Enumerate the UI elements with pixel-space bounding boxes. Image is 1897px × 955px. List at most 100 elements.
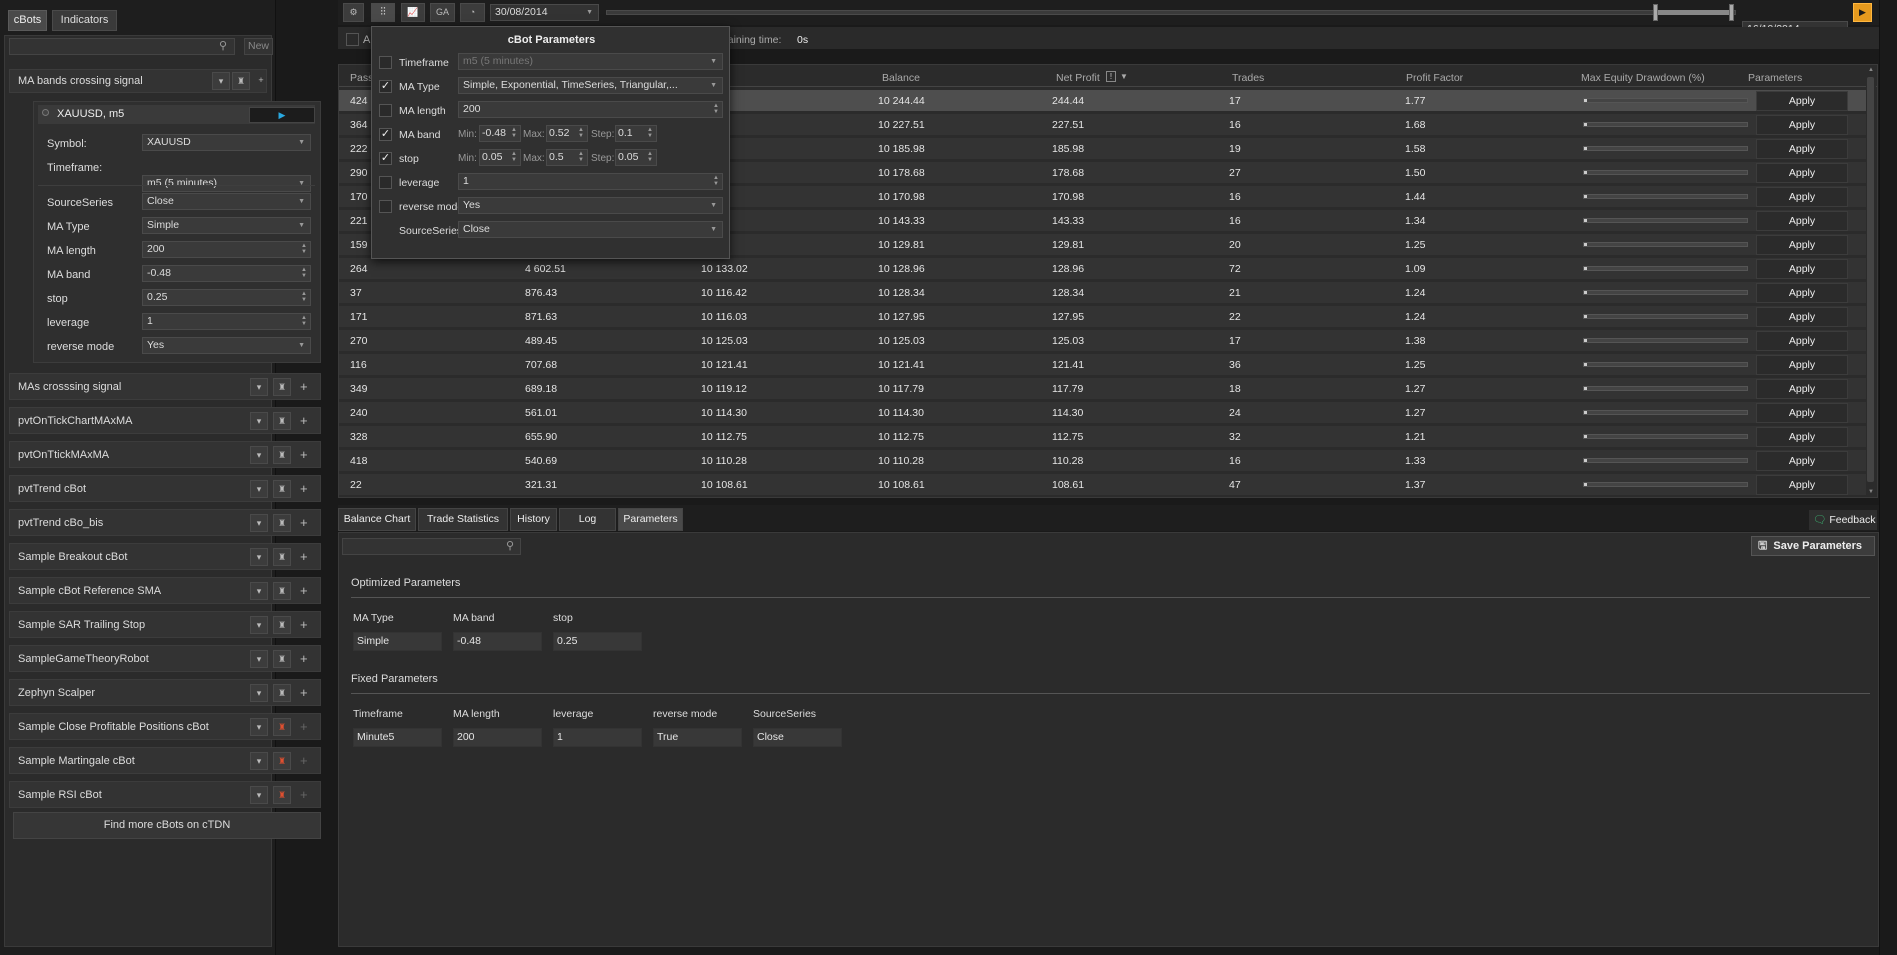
- spinner-icon[interactable]: ▲ ▼: [301, 315, 307, 327]
- new-button[interactable]: New: [244, 38, 273, 55]
- instance-param-select[interactable]: Simple ▼: [142, 217, 311, 234]
- chevron-down-icon[interactable]: ▾: [250, 718, 268, 736]
- cbot-settings-icon[interactable]: ♜: [273, 412, 291, 430]
- cbot-item[interactable]: pvtTrend cBo_bis ▾ ♜ +: [9, 509, 321, 536]
- start-date-select[interactable]: 30/08/2014 ▼: [490, 4, 599, 21]
- cbot-item[interactable]: MAs crosssing signal ▾ ♜ +: [9, 373, 321, 400]
- chevron-down-icon[interactable]: ▾: [250, 786, 268, 804]
- table-row[interactable]: 349 689.18 10 119.12 10 117.79 117.79 18 1.27 A…: [339, 378, 1867, 400]
- table-row[interactable]: 37 876.43 10 116.42 10 128.34 128.34 21 1.24 Ap…: [339, 282, 1867, 304]
- find-more-button[interactable]: Find more cBots on cTDN: [13, 812, 321, 839]
- range-step-input[interactable]: 0.1 ▲ ▼: [615, 125, 657, 142]
- tab-indicators[interactable]: Indicators: [52, 10, 117, 31]
- cbot-item[interactable]: Sample Breakout cBot ▾ ♜ +: [9, 543, 321, 570]
- chart-icon[interactable]: 📈: [401, 3, 425, 22]
- col-net-profit[interactable]: Net Profit: [1056, 72, 1100, 84]
- cbot-settings-icon[interactable]: ♜: [273, 378, 291, 396]
- instance-param-select[interactable]: Close ▼: [142, 193, 311, 210]
- popup-param-select[interactable]: Simple, Exponential, TimeSeries, Triangu…: [458, 77, 723, 94]
- tab-parameters[interactable]: Parameters: [618, 508, 683, 531]
- apply-button[interactable]: Apply: [1756, 187, 1848, 207]
- apply-button[interactable]: Apply: [1756, 91, 1848, 111]
- cbot-settings-icon[interactable]: ♜: [273, 582, 291, 600]
- cbot-item[interactable]: pvtOnTtickMAxMA ▾ ♜ +: [9, 441, 321, 468]
- table-row[interactable]: 270 489.45 10 125.03 10 125.03 125.03 17 1.38 A…: [339, 330, 1867, 352]
- add-instance-icon[interactable]: +: [300, 379, 308, 394]
- tab-balance-chart[interactable]: Balance Chart: [338, 508, 416, 531]
- table-row[interactable]: 116 707.68 10 121.41 10 121.41 121.41 36 1.25 A…: [339, 354, 1867, 376]
- chevron-down-icon[interactable]: ▾: [250, 752, 268, 770]
- spinner-icon[interactable]: ▲ ▼: [511, 151, 517, 163]
- spinner-icon[interactable]: ▲ ▼: [713, 175, 719, 187]
- param-optimize-checkbox[interactable]: [379, 200, 392, 213]
- cbot-item[interactable]: SampleGameTheoryRobot ▾ ♜ +: [9, 645, 321, 672]
- chevron-down-icon[interactable]: ▾: [250, 650, 268, 668]
- cbot-search-input[interactable]: [9, 38, 235, 55]
- cbot-item[interactable]: Zephyn Scalper ▾ ♜ +: [9, 679, 321, 706]
- apply-button[interactable]: Apply: [1756, 355, 1848, 375]
- param-optimize-checkbox[interactable]: ✓: [379, 80, 392, 93]
- tab-trade-statistics[interactable]: Trade Statistics: [418, 508, 508, 531]
- cbot-item[interactable]: Sample Close Profitable Positions cBot ▾ ♜…: [9, 713, 321, 740]
- apply-button[interactable]: Apply: [1756, 451, 1848, 471]
- cbot-error-icon[interactable]: ♜: [273, 786, 291, 804]
- range-max-input[interactable]: 0.52 ▲ ▼: [546, 125, 588, 142]
- gear-icon[interactable]: ⚙: [343, 3, 364, 22]
- param-optimize-checkbox[interactable]: [379, 104, 392, 117]
- scroll-down-icon[interactable]: ▼: [1868, 489, 1874, 495]
- cbot-settings-icon[interactable]: ♜: [273, 514, 291, 532]
- cbot-settings-icon[interactable]: ♜: [273, 548, 291, 566]
- spinner-icon[interactable]: ▲ ▼: [578, 127, 584, 139]
- tab-log[interactable]: Log: [559, 508, 616, 531]
- spinner-icon[interactable]: ▲ ▼: [511, 127, 517, 139]
- add-instance-icon[interactable]: +: [300, 651, 308, 666]
- col-max-dd[interactable]: Max Equity Drawdown (%): [1581, 72, 1705, 84]
- cbot-item[interactable]: pvtOnTickChartMAxMA ▾ ♜ +: [9, 407, 321, 434]
- add-instance-icon[interactable]: +: [300, 685, 308, 700]
- ga-button[interactable]: GA: [430, 3, 455, 22]
- cbot-settings-icon[interactable]: ♜: [232, 72, 250, 90]
- instance-param-input[interactable]: 0.25 ▲ ▼: [142, 289, 311, 306]
- chevron-down-icon[interactable]: ▾: [212, 72, 230, 90]
- col-parameters[interactable]: Parameters: [1748, 72, 1802, 84]
- col-balance[interactable]: Balance: [882, 72, 920, 84]
- table-scrollbar[interactable]: ▲ ▼: [1866, 65, 1876, 497]
- instance-param-select[interactable]: Yes ▼: [142, 337, 311, 354]
- chevron-down-icon[interactable]: ▾: [250, 412, 268, 430]
- table-row[interactable]: 328 655.90 10 112.75 10 112.75 112.75 32 1.21 A…: [339, 426, 1867, 448]
- instance-param-input[interactable]: -0.48 ▲ ▼: [142, 265, 311, 282]
- add-instance-icon[interactable]: +: [300, 787, 308, 802]
- instance-param-input[interactable]: 1 ▲ ▼: [142, 313, 311, 330]
- add-instance-icon[interactable]: +: [300, 753, 308, 768]
- fixed-param-value-box[interactable]: Close: [753, 728, 842, 747]
- cbot-settings-icon[interactable]: ♜: [273, 616, 291, 634]
- spinner-icon[interactable]: ▲ ▼: [301, 291, 307, 303]
- apply-button[interactable]: Apply: [1756, 475, 1848, 495]
- add-instance-icon[interactable]: +: [300, 413, 308, 428]
- col-profit-factor[interactable]: Profit Factor: [1406, 72, 1463, 84]
- fixed-param-value-box[interactable]: 1: [553, 728, 642, 747]
- cbot-settings-icon[interactable]: ♜: [273, 480, 291, 498]
- popup-param-input[interactable]: 200 ▲ ▼: [458, 101, 723, 118]
- apply-button[interactable]: Apply: [1756, 139, 1848, 159]
- col-trades[interactable]: Trades: [1232, 72, 1264, 84]
- date-range-slider[interactable]: [606, 10, 1736, 15]
- table-row[interactable]: 240 561.01 10 114.30 10 114.30 114.30 24 1.27 A…: [339, 402, 1867, 424]
- instance-param-input[interactable]: 200 ▲ ▼: [142, 241, 311, 258]
- spinner-icon[interactable]: ▲ ▼: [301, 267, 307, 279]
- chevron-down-icon[interactable]: ▾: [250, 446, 268, 464]
- scroll-up-icon[interactable]: ▲: [1868, 67, 1874, 73]
- range-min-input[interactable]: 0.05 ▲ ▼: [479, 149, 521, 166]
- range-max-input[interactable]: 0.5 ▲ ▼: [546, 149, 588, 166]
- symbol-select[interactable]: XAUUSD ▼: [142, 134, 311, 151]
- apply-button[interactable]: Apply: [1756, 115, 1848, 135]
- tab-cbots[interactable]: cBots: [8, 10, 47, 31]
- chevron-down-icon[interactable]: ▾: [250, 378, 268, 396]
- fixed-param-value-box[interactable]: True: [653, 728, 742, 747]
- timeframe-select[interactable]: m5 (5 minutes) ▼: [142, 175, 311, 192]
- param-optimize-checkbox[interactable]: [379, 56, 392, 69]
- tab-history[interactable]: History: [510, 508, 557, 531]
- fixed-param-value-box[interactable]: 200: [453, 728, 542, 747]
- chevron-down-icon[interactable]: ▾: [250, 548, 268, 566]
- chevron-down-icon[interactable]: ▾: [250, 514, 268, 532]
